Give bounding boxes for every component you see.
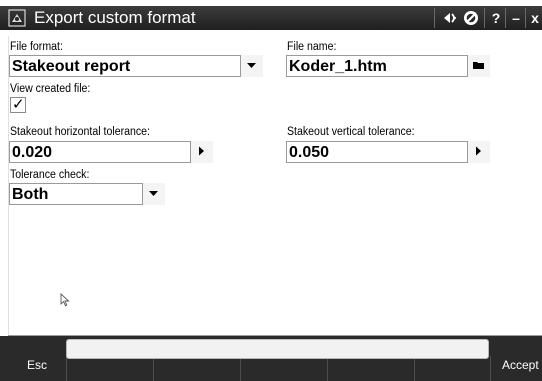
accept-button[interactable]: Accept [502,358,539,372]
title-separator [525,8,526,28]
horizontal-tolerance-value: 0.020 [12,144,53,161]
checkmark-icon: ✓ [12,95,25,113]
vertical-tolerance-options-button[interactable] [467,141,490,163]
chevron-right-icon [199,146,204,156]
tolerance-check-label: Tolerance check: [10,169,90,181]
tolerance-check-value: Both [12,186,49,203]
chevron-down-icon [247,63,256,68]
trimble-access-icon[interactable] [8,9,26,27]
file-name-value: Koder_1.htm [289,58,387,75]
horizontal-tolerance-options-button[interactable] [190,141,213,163]
file-format-dropdown-button[interactable] [240,55,263,77]
no-signal-icon[interactable] [462,9,480,27]
folder-icon [473,62,484,69]
close-button[interactable]: x [529,9,541,27]
horizontal-tolerance-field[interactable]: 0.020 [9,141,213,163]
softkey-divider [327,356,328,381]
view-created-file-checkbox[interactable]: ✓ [10,95,26,113]
mouse-pointer-icon [60,293,70,307]
vertical-tolerance-label: Stakeout vertical tolerance: [287,126,415,138]
browse-folder-button[interactable] [467,55,490,77]
chevron-down-icon [149,191,158,196]
tolerance-check-dropdown[interactable]: Both [9,183,165,205]
horizontal-tolerance-label: Stakeout horizontal tolerance: [10,126,150,138]
softkey-divider [153,356,154,381]
title-bar: Export custom format ? – x [0,6,542,30]
file-format-value: Stakeout report [12,58,131,75]
chevron-right-icon [476,146,481,156]
status-bar [66,339,489,359]
file-format-dropdown[interactable]: Stakeout report [9,55,263,77]
softkey-divider [66,356,67,381]
minimize-button[interactable]: – [509,9,523,27]
title-separator [484,8,485,28]
softkey-divider [414,356,415,381]
file-format-label: File format: [10,41,63,53]
esc-button[interactable]: Esc [27,358,47,372]
satellite-link-icon[interactable] [441,9,459,27]
file-name-field[interactable]: Koder_1.htm [286,55,490,77]
window-title: Export custom format [34,8,196,27]
help-button[interactable]: ? [490,9,502,27]
vertical-tolerance-value: 0.050 [289,144,330,161]
tolerance-check-dropdown-button[interactable] [142,183,165,205]
softkey-divider [240,356,241,381]
title-separator [434,8,435,28]
vertical-tolerance-field[interactable]: 0.050 [286,141,490,163]
file-name-label: File name: [287,41,337,53]
title-separator [505,8,506,28]
softkey-divider [490,356,491,381]
